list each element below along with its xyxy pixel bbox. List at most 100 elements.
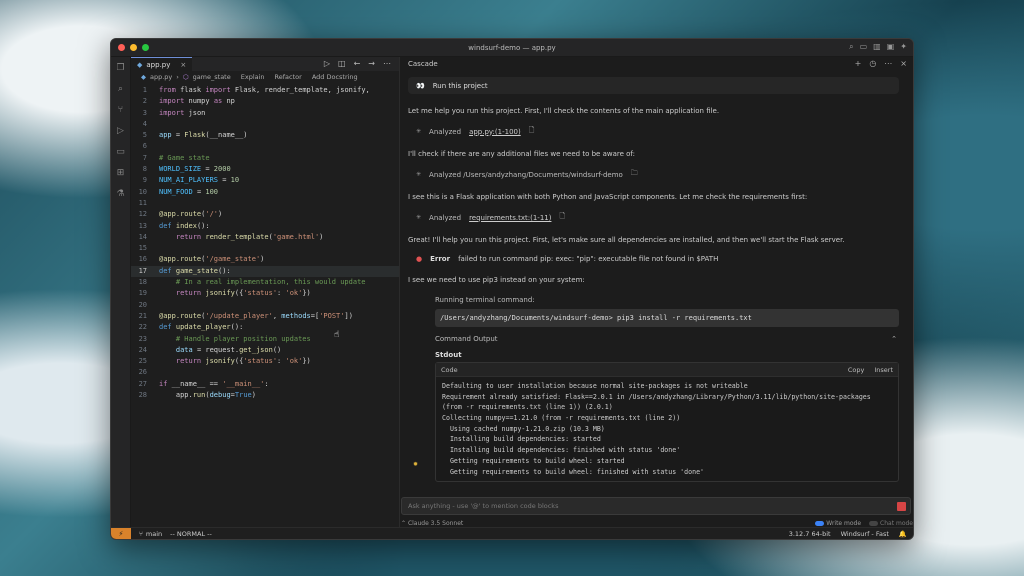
code-line[interactable]: 28 app.run(debug=True) [131, 390, 399, 401]
file-link[interactable]: app.py:(1-100) [469, 128, 521, 136]
chat-mode-toggle[interactable]: Chat mode [869, 520, 913, 527]
code-line[interactable]: 9 NUM_AI_PLAYERS = 10 [131, 175, 399, 186]
run-icon[interactable]: ▷ [324, 59, 330, 68]
code-line[interactable]: 2 import numpy as np [131, 96, 399, 107]
code-line[interactable]: 4 [131, 119, 399, 130]
windsurf-status[interactable]: Windsurf - Fast [841, 530, 889, 538]
code-token: 'ok' [285, 289, 303, 298]
code-line[interactable]: 10 NUM_FOOD = 100 [131, 187, 399, 198]
more-icon[interactable]: ⋯ [383, 59, 391, 68]
code-text: def index(): [159, 221, 210, 232]
code-line[interactable]: 7 # Game state [131, 153, 399, 164]
folder-icon[interactable]: 🗀 [631, 169, 638, 180]
code-area[interactable]: 1 from flask import Flask, render_templat… [131, 83, 399, 401]
panel-icon[interactable]: ▣ [887, 42, 895, 52]
command-output-toggle[interactable]: Command Output ⌃ [408, 335, 899, 343]
code-line[interactable]: 3 import json [131, 108, 399, 119]
close-icon[interactable]: × [900, 59, 907, 68]
code-line[interactable]: 11 [131, 198, 399, 209]
maximize-window-button[interactable] [142, 44, 149, 51]
breadcrumb-file[interactable]: app.py [150, 73, 172, 81]
assistant-message: Let me help you run this project. First,… [408, 107, 720, 115]
code-line[interactable]: 20 [131, 300, 399, 311]
copy-button[interactable]: Copy [848, 366, 865, 374]
stdout-label: Stdout [435, 351, 462, 359]
code-line[interactable]: 18 # In a real implementation, this woul… [131, 277, 399, 288]
output-line: Installing build dependencies: finished … [442, 446, 681, 455]
line-number: 3 [142, 108, 147, 117]
forward-icon[interactable]: → [368, 59, 375, 68]
close-window-button[interactable] [118, 44, 125, 51]
code-token: # In a real implementation, this would u… [175, 278, 366, 287]
command-output-label: Command Output [435, 335, 498, 343]
codelens-refactor[interactable]: Refactor [275, 73, 302, 81]
terminal-command[interactable]: /Users/andyzhang/Documents/windsurf-demo… [435, 309, 899, 327]
code-line[interactable]: 24 data = request.get_json() [131, 345, 399, 356]
run-debug-icon[interactable]: ▷ [117, 126, 124, 136]
insert-button[interactable]: Insert [874, 366, 893, 374]
code-line[interactable]: 13 def index(): [131, 221, 399, 232]
code-line[interactable]: 23 # Handle player position updates [131, 334, 399, 345]
code-line[interactable]: 17 def game_state(): [131, 265, 399, 278]
code-line[interactable]: 14 return render_template('game.html') [131, 232, 399, 243]
close-icon[interactable]: × [180, 61, 186, 69]
bell-icon[interactable]: 🔔 [899, 530, 907, 538]
code-token: (): [230, 323, 244, 332]
search-icon[interactable]: ⌕ [849, 42, 853, 52]
code-token: data [175, 345, 197, 354]
code-line[interactable]: 16 @app.route('/game_state') [131, 254, 399, 265]
line-number: 28 [138, 391, 147, 400]
line-number: 9 [142, 176, 147, 185]
file-icon[interactable]: 🗋 [529, 126, 535, 137]
code-line[interactable]: 5 app = Flask(__name__) [131, 130, 399, 141]
windsurf-logo-icon[interactable]: ✦ [900, 42, 907, 52]
file-link[interactable]: requirements.txt:(1-11) [469, 214, 551, 222]
code-line[interactable]: 8 WORLD_SIZE = 2000 [131, 164, 399, 175]
model-selector[interactable]: Claude 3.5 Sonnet [408, 520, 463, 527]
code-line[interactable]: 1 from flask import Flask, render_templat… [131, 85, 399, 96]
analyzed-label: Analyzed [429, 213, 462, 222]
code-token: 'POST' [319, 311, 345, 320]
code-line[interactable]: 22 def update_player(): [131, 322, 399, 333]
file-icon[interactable]: 🗋 [559, 212, 565, 223]
breadcrumb-symbol[interactable]: game_state [193, 73, 231, 81]
chevron-up-icon[interactable]: ⌃ [401, 520, 408, 527]
layout-icon[interactable]: ▥ [873, 42, 881, 52]
chat-input[interactable]: Ask anything - use '@' to mention code b… [401, 497, 911, 515]
more-icon[interactable]: ⋯ [884, 59, 892, 68]
plus-icon[interactable]: + [855, 59, 862, 68]
remote-icon[interactable]: ▭ [116, 147, 125, 157]
code-text: # Game state [159, 153, 210, 164]
history-icon[interactable]: ◷ [869, 59, 876, 68]
git-branch[interactable]: main [146, 530, 162, 538]
write-mode-toggle[interactable]: Write mode [815, 520, 861, 527]
remote-indicator-icon[interactable]: ⚡ [111, 527, 131, 539]
code-line[interactable]: 6 [131, 141, 399, 152]
code-token: ]) [344, 311, 353, 320]
chevron-up-icon[interactable]: ⌃ [891, 335, 897, 343]
code-line[interactable]: 21 @app.route('/update_player', methods=[… [131, 311, 399, 322]
source-control-icon[interactable]: ⑂ [118, 105, 123, 115]
codelens-explain[interactable]: Explain [241, 73, 265, 81]
split-icon[interactable]: ▭ [860, 42, 868, 52]
code-line[interactable]: 12 @app.route('/') [131, 209, 399, 220]
codelens-add-docstring[interactable]: Add Docstring [312, 73, 358, 81]
status-bar: ⚡ ⑂ main -- NORMAL -- 3.12.7 64-bit Wind… [111, 527, 913, 539]
search-icon[interactable]: ⌕ [118, 84, 123, 94]
stop-button[interactable] [897, 502, 906, 511]
split-editor-icon[interactable]: ◫ [338, 59, 346, 68]
minimize-window-button[interactable] [130, 44, 137, 51]
tab-app-py[interactable]: ◆ app.py × [131, 57, 193, 71]
code-token: 10 [230, 176, 240, 185]
testing-icon[interactable]: ⚗ [116, 189, 124, 199]
code-line[interactable]: 25 return jsonify({'status': 'ok'}) [131, 356, 399, 367]
line-number: 15 [138, 244, 147, 253]
back-icon[interactable]: ← [354, 59, 361, 68]
code-line[interactable]: 19 return jsonify({'status': 'ok'}) [131, 288, 399, 299]
extensions-icon[interactable]: ⊞ [117, 168, 125, 178]
code-line[interactable]: 15 [131, 243, 399, 254]
explorer-icon[interactable]: ❐ [116, 63, 124, 73]
code-line[interactable]: 27 if __name__ == '__main__': [131, 379, 399, 390]
code-line[interactable]: 26 [131, 367, 399, 378]
python-version[interactable]: 3.12.7 64-bit [789, 530, 831, 538]
